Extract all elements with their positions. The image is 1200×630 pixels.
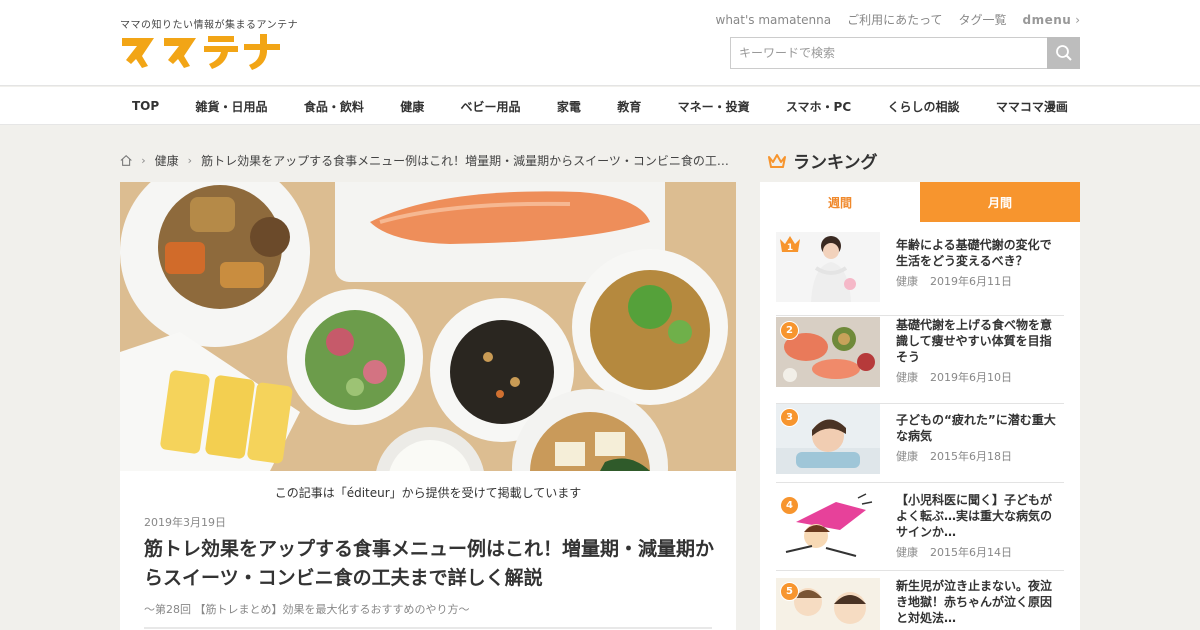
site-logo[interactable] [120, 32, 290, 72]
divider [144, 627, 712, 629]
ranking-category[interactable]: 健康 [896, 544, 918, 560]
article-subtitle[interactable]: 〜第28回 【筋トレまとめ】効果を最大化するおすすめのやり方〜 [144, 601, 470, 617]
nav-item-money[interactable]: マネー・投資 [678, 98, 750, 115]
rank-badge: 5 [780, 582, 799, 601]
nav-item-appliances[interactable]: 家電 [557, 98, 581, 115]
tab-monthly[interactable]: 月間 [920, 182, 1080, 222]
breadcrumb-current: 筋トレ効果をアップする食事メニュー例はこれ！増量期・減量期からスイーツ・コンビニ… [201, 154, 736, 168]
nav-item-goods[interactable]: 雑貨・日用品 [196, 98, 268, 115]
link-terms-of-use[interactable]: ご利用にあたって [847, 11, 942, 28]
site-header: ママの知りたい情報が集まるアンテナ what's mamatenna ご利用にあ… [0, 0, 1200, 86]
ranking-category[interactable]: 健康 [896, 273, 918, 289]
nav-item-baby[interactable]: ベビー用品 [461, 98, 521, 115]
ranking-item[interactable]: 3 子どもの“疲れた”に潜む重大な病気 健康 2015年6月18日 [776, 404, 1064, 483]
ranking-tabs: 週間 月間 [760, 182, 1080, 222]
ranking-title-text[interactable]: 新生児が泣き止まない。夜泣き地獄！赤ちゃんが泣く原因と対処法… [896, 578, 1058, 626]
ranking-meta: 健康 2019年6月11日 [896, 273, 1058, 289]
rank-badge: 4 [780, 496, 799, 515]
ranking-title-text[interactable]: 【小児科医に聞く】子どもがよく転ぶ…実は重大な病気のサインか… [896, 492, 1058, 540]
ranking-category[interactable]: 健康 [896, 448, 918, 464]
ranking-title-text[interactable]: 年齢による基礎代謝の変化で生活をどう変えるべき？ [896, 237, 1058, 269]
dmenu-link[interactable]: dmenu › [1023, 13, 1080, 27]
site-tagline: ママの知りたい情報が集まるアンテナ [120, 20, 299, 31]
article-date: 2019年3月19日 [144, 516, 226, 529]
article-card: この記事は「éditeur」から提供を受けて掲載しています 2019年3月19日… [120, 471, 736, 630]
dmenu-label: dmenu [1022, 12, 1072, 27]
main-nav: TOP 雑貨・日用品 食品・飲料 健康 ベビー用品 家電 教育 マネー・投資 ス… [0, 87, 1200, 125]
ranking-date: 2015年6月14日 [930, 546, 1012, 559]
article-credit: この記事は「éditeur」から提供を受けて掲載しています [274, 486, 582, 500]
search-bar [730, 37, 1080, 69]
search-input[interactable] [730, 37, 1047, 69]
rank-badge: 3 [780, 408, 799, 427]
ranking-thumbnail: 4 [776, 492, 880, 562]
ranking-item[interactable]: 5 新生児が泣き止まない。夜泣き地獄！赤ちゃんが泣く原因と対処法… [776, 572, 1064, 630]
ranking-title-text[interactable]: 基礎代謝を上げる食べ物を意識して痩せやすい体質を目指そう [896, 317, 1058, 365]
ranking-text: 年齢による基礎代謝の変化で生活をどう変えるべき？ 健康 2019年6月11日 [896, 237, 1058, 289]
rank-badge: 2 [780, 321, 799, 340]
ranking-date: 2019年6月10日 [930, 371, 1012, 384]
tab-weekly[interactable]: 週間 [760, 182, 920, 222]
breadcrumb-category[interactable]: 健康 [155, 152, 179, 169]
header-top-links: what's mamatenna ご利用にあたって タグ一覧 dmenu › [716, 11, 1080, 28]
ranking-meta: 健康 2015年6月18日 [896, 448, 1058, 464]
ranking-date: 2019年6月11日 [930, 275, 1012, 288]
nav-item-food[interactable]: 食品・飲料 [304, 98, 364, 115]
article-title: 筋トレ効果をアップする食事メニュー例はこれ！増量期・減量期からスイーツ・コンビニ… [144, 538, 715, 589]
link-tag-list[interactable]: タグ一覧 [959, 11, 1007, 28]
ranking-text: 子どもの“疲れた”に潜む重大な病気 健康 2015年6月18日 [896, 412, 1058, 464]
nav-item-life[interactable]: くらしの相談 [888, 98, 960, 115]
ranking-thumbnail: 1 [776, 232, 880, 302]
rank-number: 1 [787, 243, 793, 253]
nav-item-education[interactable]: 教育 [617, 98, 641, 115]
article-hero-image [120, 182, 736, 471]
nav-item-top[interactable]: TOP [132, 99, 159, 113]
chevron-right-icon: › [187, 154, 193, 167]
ranking-date: 2015年6月18日 [930, 450, 1012, 463]
nav-item-health[interactable]: 健康 [400, 98, 424, 115]
ranking-text: 【小児科医に聞く】子どもがよく転ぶ…実は重大な病気のサインか… 健康 2015年… [896, 492, 1058, 560]
ranking-list: 1 年齢による基礎代謝の変化で生活をどう変えるべき？ 健康 2019年6月11日… [760, 222, 1080, 630]
ranking-category[interactable]: 健康 [896, 369, 918, 385]
ranking-text: 基礎代謝を上げる食べ物を意識して痩せやすい体質を目指そう 健康 2019年6月1… [896, 317, 1058, 385]
ranking-item[interactable]: 4 【小児科医に聞く】子どもがよく転ぶ…実は重大な病気のサインか… 健康 201… [776, 484, 1064, 571]
rank-1-crown-icon: 1 [780, 236, 800, 253]
home-icon[interactable] [120, 154, 132, 167]
ranking-thumbnail: 2 [776, 317, 880, 387]
ranking-thumbnail: 5 [776, 578, 880, 630]
ranking-item[interactable]: 1 年齢による基礎代謝の変化で生活をどう変えるべき？ 健康 2019年6月11日 [776, 232, 1064, 316]
chevron-right-icon: › [141, 154, 146, 167]
nav-item-smartphone[interactable]: スマホ・PC [786, 98, 851, 115]
link-whats-mamatenna[interactable]: what's mamatenna [716, 13, 832, 27]
crown-icon [768, 153, 786, 168]
breadcrumb: › 健康 › 筋トレ効果をアップする食事メニュー例はこれ！増量期・減量期からスイ… [120, 152, 736, 169]
ranking-meta: 健康 2015年6月14日 [896, 544, 1058, 560]
ranking-meta: 健康 2019年6月10日 [896, 369, 1058, 385]
ranking-heading: ランキング [767, 148, 878, 173]
ranking-thumbnail: 3 [776, 404, 880, 474]
search-button[interactable] [1047, 37, 1080, 69]
ranking-title: ランキング [793, 153, 878, 173]
ranking-title-text[interactable]: 子どもの“疲れた”に潜む重大な病気 [896, 412, 1058, 444]
chevron-right-icon: › [1075, 12, 1080, 27]
ranking-text: 新生児が泣き止まない。夜泣き地獄！赤ちゃんが泣く原因と対処法… [896, 578, 1058, 626]
search-icon [1055, 45, 1072, 61]
ranking-item[interactable]: 2 基礎代謝を上げる食べ物を意識して痩せやすい体質を目指そう 健康 2019年6… [776, 317, 1064, 404]
nav-item-manga[interactable]: ママコマ漫画 [996, 98, 1068, 115]
